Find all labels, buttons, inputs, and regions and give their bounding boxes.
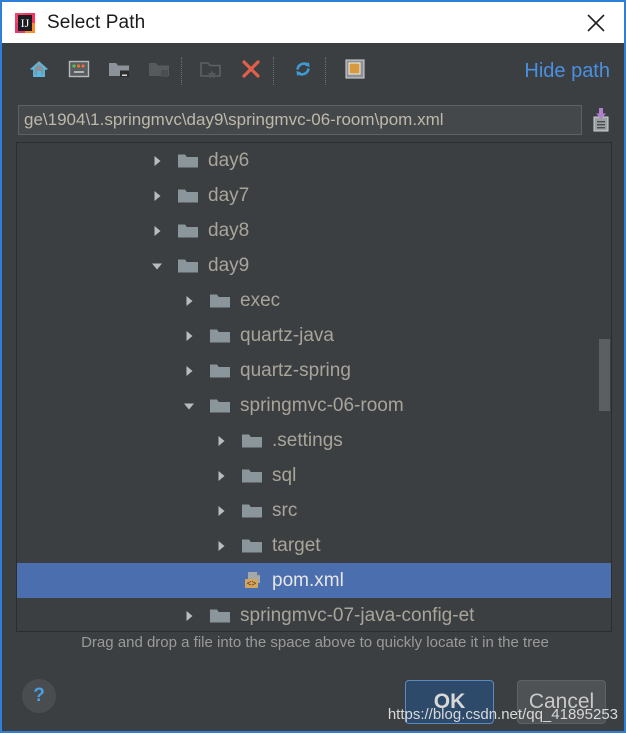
chevron-down-icon[interactable] xyxy=(180,397,198,415)
tree-row-label: src xyxy=(272,500,298,521)
tree-row[interactable]: day8 xyxy=(17,213,611,248)
tree-row[interactable]: <> pom.xml xyxy=(17,563,611,598)
watermark-url: https://blog.csdn.net/qq_41895253 xyxy=(387,706,618,723)
tree-row-label: springmvc-07-java-config-et xyxy=(240,605,475,626)
svg-text:<>: <> xyxy=(247,579,257,588)
help-button[interactable]: ? xyxy=(22,679,56,713)
intellij-idea-logo-icon: IJ xyxy=(14,12,36,34)
tree-row[interactable]: quartz-java xyxy=(17,318,611,353)
tree-row-label: sql xyxy=(272,465,297,486)
path-field-row xyxy=(4,99,624,140)
chevron-right-icon[interactable] xyxy=(148,222,166,240)
delete-x-icon xyxy=(240,58,262,85)
dialog-title: Select Path xyxy=(47,11,146,33)
tree-row-label: .settings xyxy=(272,430,343,451)
tree-row-label: day8 xyxy=(208,220,250,241)
paste-from-clipboard-icon[interactable] xyxy=(589,105,613,135)
tree-row[interactable]: springmvc-07-java-config-et xyxy=(17,598,611,631)
folder-icon xyxy=(241,432,263,450)
module-folder-button xyxy=(142,54,176,88)
tree-row[interactable]: src xyxy=(17,493,611,528)
folder-icon xyxy=(209,362,231,380)
toolbar-separator xyxy=(325,57,327,85)
tree-row[interactable]: springmvc-06-room xyxy=(17,388,611,423)
tree-row-label: springmvc-06-room xyxy=(240,395,404,416)
desktop-button[interactable] xyxy=(62,54,96,88)
toolbar-separator xyxy=(181,57,183,85)
folder-icon xyxy=(209,292,231,310)
tree-row-label: pom.xml xyxy=(272,570,344,591)
chevron-right-icon[interactable] xyxy=(180,292,198,310)
toolbar-separator xyxy=(273,57,275,85)
folder-icon xyxy=(177,222,199,240)
folder-icon xyxy=(209,607,231,625)
chevron-right-icon[interactable] xyxy=(180,607,198,625)
home-icon xyxy=(27,57,51,86)
home-button[interactable] xyxy=(22,54,56,88)
tree-row-label: target xyxy=(272,535,321,556)
project-folder-button[interactable] xyxy=(102,54,136,88)
select-path-dialog: IJ Select Path Hide path ge\1904\1.sprin… xyxy=(0,0,626,733)
chevron-right-icon[interactable] xyxy=(212,502,230,520)
dialog-toolbar: Hide path xyxy=(4,43,624,99)
desktop-icon xyxy=(67,58,91,85)
folder-icon xyxy=(241,537,263,555)
chevron-right-icon[interactable] xyxy=(180,362,198,380)
vertical-scrollbar[interactable] xyxy=(598,143,611,631)
tree-row-label: day6 xyxy=(208,150,250,171)
vertical-scrollbar-thumb[interactable] xyxy=(599,339,610,411)
close-icon[interactable] xyxy=(568,2,624,43)
tree-row[interactable]: day9 xyxy=(17,248,611,283)
tree-row[interactable]: target xyxy=(17,528,611,563)
path-input[interactable] xyxy=(18,104,582,135)
twisty-placeholder xyxy=(212,572,230,590)
tree-row[interactable]: day7 xyxy=(17,178,611,213)
project-folder-icon xyxy=(107,58,131,85)
chevron-down-icon[interactable] xyxy=(148,257,166,275)
tree-row-label: exec xyxy=(240,290,281,311)
tree-row-label: quartz-java xyxy=(240,325,334,346)
folder-icon xyxy=(177,187,199,205)
drag-drop-hint: Drag and drop a file into the space abov… xyxy=(81,634,549,651)
new-folder-button xyxy=(194,54,228,88)
hide-path-link[interactable]: Hide path xyxy=(524,60,610,83)
tree-row-label: day9 xyxy=(208,255,250,276)
tree-row-label: quartz-spring xyxy=(240,360,351,381)
show-hidden-button[interactable] xyxy=(338,54,372,88)
folder-icon xyxy=(177,257,199,275)
chevron-right-icon[interactable] xyxy=(148,152,166,170)
chevron-right-icon[interactable] xyxy=(180,327,198,345)
tree-row[interactable]: sql xyxy=(17,458,611,493)
chevron-right-icon[interactable] xyxy=(148,187,166,205)
svg-text:IJ: IJ xyxy=(21,16,30,30)
file-tree[interactable]: day6 day7 day8 day9 exec quartz-java quartz-sp… xyxy=(16,142,612,632)
folder-icon xyxy=(209,327,231,345)
tree-row[interactable]: quartz-spring xyxy=(17,353,611,388)
xml-file-icon: <> xyxy=(241,571,263,590)
folder-icon xyxy=(241,467,263,485)
new-folder-icon xyxy=(199,58,223,85)
delete-button[interactable] xyxy=(234,54,268,88)
chevron-right-icon[interactable] xyxy=(212,467,230,485)
chevron-right-icon[interactable] xyxy=(212,432,230,450)
folder-icon xyxy=(241,502,263,520)
tree-row[interactable]: .settings xyxy=(17,423,611,458)
chevron-right-icon[interactable] xyxy=(212,537,230,555)
tree-row-label: day7 xyxy=(208,185,250,206)
module-folder-icon xyxy=(147,58,171,85)
show-hidden-files-icon xyxy=(344,58,366,85)
folder-icon xyxy=(209,397,231,415)
tree-row[interactable]: exec xyxy=(17,283,611,318)
folder-icon xyxy=(177,152,199,170)
refresh-icon xyxy=(291,57,315,86)
tree-row[interactable]: day6 xyxy=(17,143,611,178)
refresh-button[interactable] xyxy=(286,54,320,88)
dialog-title-bar: IJ Select Path xyxy=(2,2,624,43)
